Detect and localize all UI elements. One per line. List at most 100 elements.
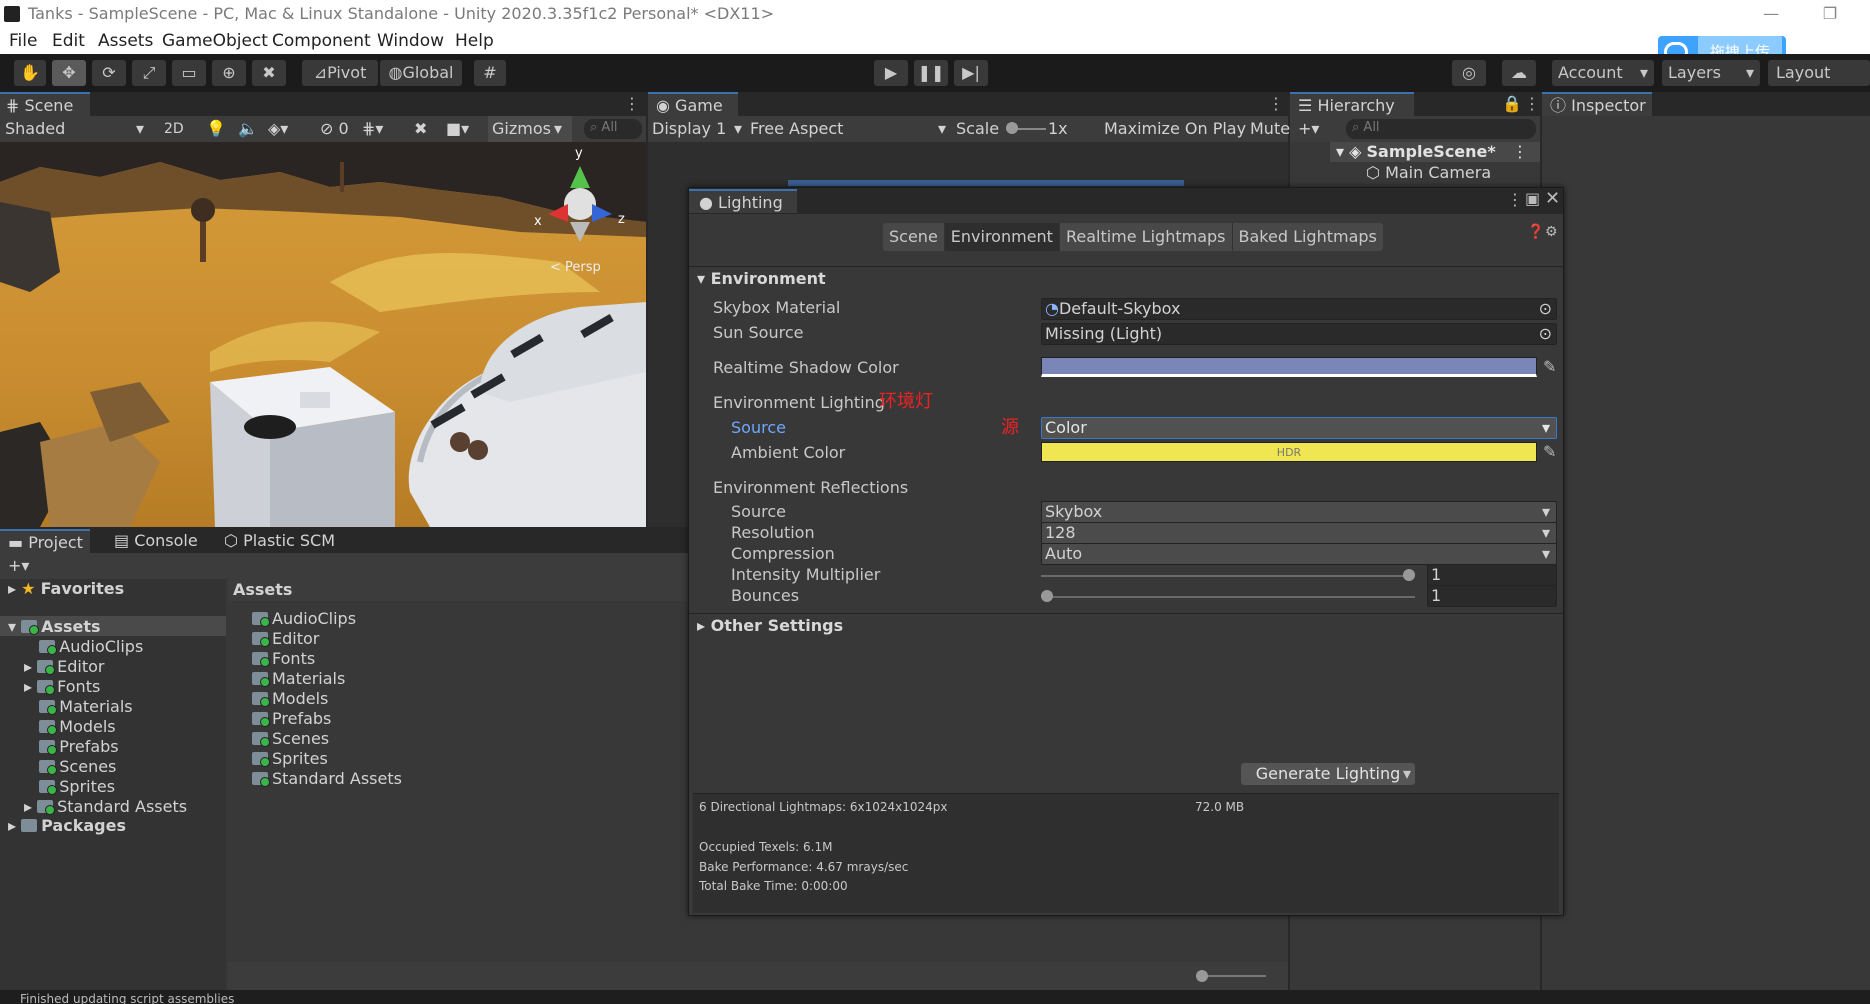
tab-inspector[interactable]: ⓘ Inspector bbox=[1542, 92, 1652, 116]
tree-folder-item[interactable]: Models bbox=[24, 717, 116, 736]
asset-folder-item[interactable]: Sprites bbox=[252, 749, 328, 768]
tree-folder-item[interactable]: Prefabs bbox=[24, 737, 119, 756]
effects-toggle-icon[interactable]: ◈▾ bbox=[268, 116, 288, 142]
resolution-dropdown[interactable]: 128 ▾ bbox=[1041, 522, 1557, 544]
bounces-input[interactable]: 1 bbox=[1427, 585, 1557, 607]
rect-tool-icon[interactable]: ▭ bbox=[172, 60, 206, 86]
gear-icon[interactable]: ⚙ bbox=[1545, 224, 1558, 240]
tab-plastic-scm[interactable]: ⬡ Plastic SCM bbox=[224, 529, 335, 553]
shading-dropdown[interactable]: Shaded ▾ bbox=[5, 116, 148, 142]
favorites-item[interactable]: ▸ ★ Favorites bbox=[8, 579, 124, 598]
lock-icon[interactable]: 🔒 bbox=[1502, 94, 1522, 113]
tab-hierarchy[interactable]: ☰ Hierarchy bbox=[1290, 92, 1414, 116]
create-button[interactable]: +▾ bbox=[1298, 116, 1319, 142]
eyedropper-icon[interactable]: ✎ bbox=[1543, 442, 1556, 461]
tab-lighting-scene[interactable]: Scene bbox=[883, 223, 945, 251]
menu-gameobject[interactable]: GameObject bbox=[162, 31, 268, 51]
tab-scene[interactable]: ⋕ Scene bbox=[0, 92, 90, 116]
chevron-right-icon[interactable]: ▸ bbox=[24, 657, 37, 676]
move-tool-icon[interactable]: ✥ bbox=[52, 60, 86, 86]
hierarchy-item[interactable]: ⬡ Main Camera bbox=[1366, 163, 1491, 182]
maximize-on-play-toggle[interactable]: Maximize On Play bbox=[1104, 116, 1246, 142]
bounces-slider-track[interactable] bbox=[1041, 596, 1415, 598]
hierarchy-search-input[interactable]: ⌕ All bbox=[1346, 119, 1536, 139]
tab-lighting[interactable]: ● Lighting bbox=[689, 189, 797, 213]
sun-source-field[interactable]: Missing (Light) ⊙ bbox=[1041, 323, 1557, 345]
camera-icon[interactable]: ■▾ bbox=[446, 116, 469, 142]
chevron-right-icon[interactable] bbox=[24, 697, 39, 716]
hand-tool-icon[interactable]: ✋ bbox=[14, 60, 46, 86]
audio-toggle-icon[interactable]: 🔈 bbox=[238, 116, 258, 142]
generate-lighting-button[interactable]: Generate Lighting bbox=[1241, 763, 1415, 785]
menu-assets[interactable]: Assets bbox=[98, 31, 153, 51]
tree-folder-item[interactable]: AudioClips bbox=[24, 637, 143, 656]
chevron-right-icon[interactable] bbox=[24, 757, 39, 776]
scene-search-input[interactable]: ⌕ All bbox=[584, 119, 642, 139]
menu-window[interactable]: Window bbox=[377, 31, 444, 51]
ambient-color-swatch[interactable]: HDR bbox=[1041, 442, 1537, 462]
menu-help[interactable]: Help bbox=[455, 31, 494, 51]
game-menu-icon[interactable]: ⋮ bbox=[1268, 94, 1284, 113]
close-icon[interactable]: ✕ bbox=[1545, 188, 1560, 209]
menu-file[interactable]: File bbox=[9, 31, 37, 51]
chevron-down-icon[interactable]: ▾ bbox=[554, 116, 562, 142]
tab-lighting-baked[interactable]: Baked Lightmaps bbox=[1233, 223, 1383, 251]
help-icon[interactable]: ❓ bbox=[1527, 224, 1544, 240]
tree-folder-item[interactable]: Sprites bbox=[24, 777, 115, 796]
aspect-dropdown[interactable]: Free Aspect ▾ bbox=[750, 116, 950, 142]
grid-snap-icon[interactable]: # bbox=[474, 60, 506, 86]
menu-component[interactable]: Component bbox=[272, 31, 371, 51]
layers-dropdown[interactable]: Layers ▾ bbox=[1662, 60, 1760, 86]
asset-folder-item[interactable]: AudioClips bbox=[252, 609, 356, 628]
transform-tool-icon[interactable]: ⊕ bbox=[212, 60, 246, 86]
asset-folder-item[interactable]: Models bbox=[252, 689, 328, 708]
pivot-toggle[interactable]: ⊿Pivot bbox=[302, 60, 378, 86]
grid-toggle-icon[interactable]: ⋕▾ bbox=[362, 116, 383, 142]
tree-folder-item[interactable]: ▸ Standard Assets bbox=[24, 797, 187, 816]
global-toggle[interactable]: ◍Global bbox=[380, 60, 462, 86]
maximize-icon[interactable]: ▣ bbox=[1525, 189, 1540, 208]
icon-size-slider-handle[interactable] bbox=[1196, 970, 1208, 982]
scale-slider-handle[interactable] bbox=[1006, 122, 1018, 134]
2d-toggle[interactable]: 2D bbox=[164, 116, 184, 142]
persp-label[interactable]: < Persp bbox=[550, 260, 601, 275]
lighting-toggle-icon[interactable]: 💡 bbox=[206, 116, 226, 142]
collab-icon[interactable]: ◎ bbox=[1452, 60, 1486, 86]
chevron-down-icon[interactable]: ▾ bbox=[1397, 763, 1417, 785]
asset-folder-item[interactable]: Editor bbox=[252, 629, 319, 648]
hidden-objects-toggle[interactable]: ⊘ 0 bbox=[320, 116, 349, 142]
scene-row-menu-icon[interactable]: ⋮ bbox=[1512, 142, 1528, 161]
menu-edit[interactable]: Edit bbox=[52, 31, 85, 51]
account-dropdown[interactable]: Account ▾ bbox=[1552, 60, 1654, 86]
asset-folder-item[interactable]: Materials bbox=[252, 669, 345, 688]
scene-root-row[interactable]: ▾ ◈ SampleScene* ⋮ bbox=[1330, 142, 1540, 162]
scale-tool-icon[interactable]: ⤢ bbox=[132, 60, 166, 86]
chevron-right-icon[interactable]: ▸ bbox=[24, 797, 37, 816]
intensity-slider-track[interactable] bbox=[1041, 575, 1415, 577]
tab-lighting-environment[interactable]: Environment bbox=[944, 223, 1060, 251]
asset-folder-item[interactable]: Scenes bbox=[252, 729, 329, 748]
rotate-tool-icon[interactable]: ⟳ bbox=[92, 60, 126, 86]
chevron-right-icon[interactable] bbox=[24, 717, 39, 736]
intensity-input[interactable]: 1 bbox=[1427, 564, 1557, 586]
scene-viewport[interactable]: y x z < Persp bbox=[0, 142, 646, 527]
asset-folder-item[interactable]: Fonts bbox=[252, 649, 315, 668]
play-button[interactable]: ▶ bbox=[874, 60, 908, 86]
asset-folder-item[interactable]: Standard Assets bbox=[252, 769, 402, 788]
scene-menu-icon[interactable]: ⋮ bbox=[624, 94, 640, 113]
chevron-right-icon[interactable]: ▸ bbox=[24, 677, 37, 696]
layout-dropdown[interactable]: Layout bbox=[1768, 60, 1870, 86]
chevron-right-icon[interactable] bbox=[24, 777, 39, 796]
assets-root-item[interactable]: ▾ Assets bbox=[8, 617, 101, 636]
packages-item[interactable]: ▸ Packages bbox=[8, 816, 126, 835]
custom-tool-icon[interactable]: ✖ bbox=[252, 60, 286, 86]
intensity-slider-handle[interactable] bbox=[1403, 569, 1415, 581]
project-create-button[interactable]: +▾ bbox=[8, 553, 29, 579]
display-dropdown[interactable]: Display 1 ▾ bbox=[652, 116, 744, 142]
mute-toggle[interactable]: Mute bbox=[1250, 116, 1290, 142]
lighting-menu-icon[interactable]: ⋮ bbox=[1507, 190, 1523, 209]
other-settings-header[interactable]: ▸ Other Settings bbox=[697, 616, 843, 635]
tree-folder-item[interactable]: Scenes bbox=[24, 757, 116, 776]
environment-section-header[interactable]: ▾ Environment bbox=[697, 269, 826, 288]
tools-icon[interactable]: ✖ bbox=[414, 116, 427, 142]
